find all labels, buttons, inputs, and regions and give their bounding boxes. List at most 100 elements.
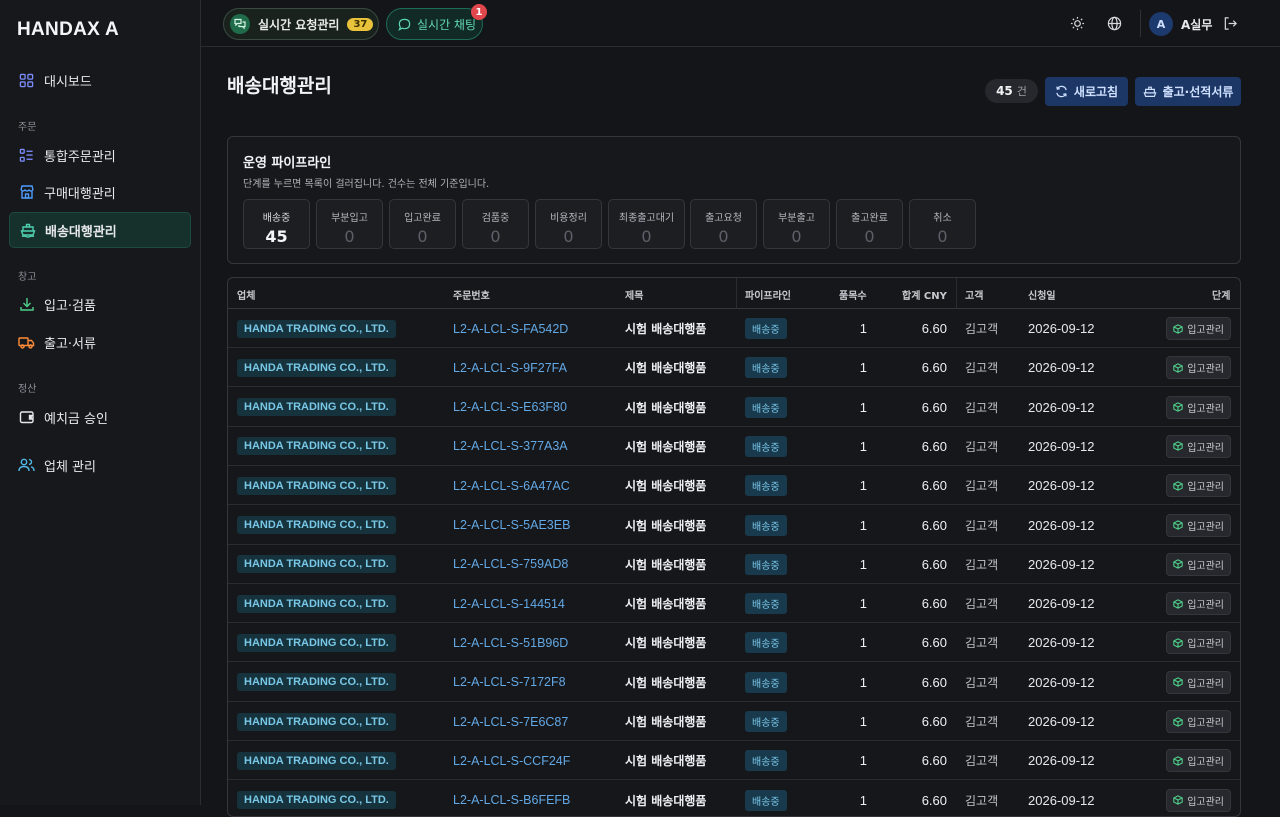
order-number-link[interactable]: L2-A-LCL-S-759AD8 [453,557,568,571]
table-row[interactable]: HANDA TRADING CO., LTD. L2-A-LCL-S-759AD8… [228,545,1240,584]
vendor-chip[interactable]: HANDA TRADING CO., LTD. [237,673,396,692]
cell-pipeline: 배송중 [745,466,787,505]
cell-vendor: HANDA TRADING CO., LTD. [237,741,396,780]
table-row[interactable]: HANDA TRADING CO., LTD. L2-A-LCL-S-51B96D… [228,623,1240,663]
cell-pipeline: 배송중 [745,309,787,348]
inbound-manage-button[interactable]: 입고관리 [1166,356,1231,380]
stage-card-outbound-complete[interactable]: 출고완료 0 [836,199,903,249]
column-header-order-no[interactable]: 주문번호 [453,287,490,302]
column-header-vendor[interactable]: 업체 [237,287,255,302]
realtime-chat-button[interactable]: 실시간 채팅 [386,8,483,40]
inbound-manage-button[interactable]: 입고관리 [1166,513,1231,537]
box-icon [1173,402,1183,412]
table-row[interactable]: HANDA TRADING CO., LTD. L2-A-LCL-S-5AE3EB… [228,506,1240,545]
table-row[interactable]: HANDA TRADING CO., LTD. L2-A-LCL-S-6A47AC… [228,466,1240,506]
inbound-manage-button[interactable]: 입고관리 [1166,631,1231,655]
stage-card-outbound-request[interactable]: 출고요청 0 [690,199,757,249]
stage-card-shipping[interactable]: 배송중 45 [243,199,310,249]
avatar[interactable]: A [1149,12,1173,36]
table-row[interactable]: HANDA TRADING CO., LTD. L2-A-LCL-S-CCF24F… [228,741,1240,781]
order-number-link[interactable]: L2-A-LCL-S-E63F80 [453,400,567,414]
order-number-link[interactable]: L2-A-LCL-S-5AE3EB [453,518,570,532]
product-name: 시험 배송대행품 [625,715,707,729]
theme-toggle-icon[interactable] [1069,15,1086,32]
stage-card-inspecting[interactable]: 검품중 0 [462,199,529,249]
order-number-link[interactable]: L2-A-LCL-S-377A3A [453,439,568,453]
stage-card-cancelled[interactable]: 취소 0 [909,199,976,249]
inbound-manage-button[interactable]: 입고관리 [1166,474,1231,498]
column-header-date[interactable]: 신청일 [1028,287,1056,302]
inbound-manage-button[interactable]: 입고관리 [1166,749,1231,773]
total-cny: 6.60 [921,478,947,494]
vendor-chip[interactable]: HANDA TRADING CO., LTD. [237,398,396,417]
order-number-link[interactable]: L2-A-LCL-S-7172F8 [453,675,566,689]
vendor-chip[interactable]: HANDA TRADING CO., LTD. [237,751,396,770]
order-number-link[interactable]: L2-A-LCL-S-CCF24F [453,754,570,768]
nav-deposit-approval[interactable]: 예치금 승인 [9,399,191,435]
table-row[interactable]: HANDA TRADING CO., LTD. L2-A-LCL-S-FA542D… [228,309,1240,348]
app-logo[interactable]: HANDAX A [17,19,119,41]
logout-icon[interactable] [1222,15,1239,32]
vendor-chip[interactable]: HANDA TRADING CO., LTD. [237,712,396,731]
inbound-manage-button[interactable]: 입고관리 [1166,710,1231,733]
inbound-manage-button[interactable]: 입고관리 [1166,670,1231,694]
outbound-docs-button[interactable]: 출고·선적서류 [1135,77,1241,106]
cell-customer: 김고객 [965,427,998,466]
table-row[interactable]: HANDA TRADING CO., LTD. L2-A-LCL-S-7172F8… [228,663,1240,702]
vendor-chip[interactable]: HANDA TRADING CO., LTD. [237,633,396,652]
table-row[interactable]: HANDA TRADING CO., LTD. L2-A-LCL-S-144514… [228,584,1240,624]
nav-integrated-orders[interactable]: 통합주문관리 [9,137,191,173]
column-header-pipeline[interactable]: 파이프라인 [745,287,791,302]
vendor-chip[interactable]: HANDA TRADING CO., LTD. [237,555,396,574]
stage-card-inbound-complete[interactable]: 입고완료 0 [389,199,456,249]
globe-icon[interactable] [1106,15,1123,32]
nav-dashboard[interactable]: 대시보드 [9,62,191,98]
vendor-chip[interactable]: HANDA TRADING CO., LTD. [237,516,396,534]
item-count: 1 [859,478,867,494]
vendor-chip[interactable]: HANDA TRADING CO., LTD. [237,594,396,613]
column-header-product[interactable]: 제목 [625,287,643,302]
column-header-items[interactable]: 품목수 [839,287,867,302]
table-row[interactable]: HANDA TRADING CO., LTD. L2-A-LCL-S-E63F80… [228,388,1240,427]
table-row[interactable]: HANDA TRADING CO., LTD. L2-A-LCL-S-7E6C87… [228,702,1240,741]
order-number-link[interactable]: L2-A-LCL-S-7E6C87 [453,715,568,729]
stage-card-final-outbound-wait[interactable]: 최종출고대기 0 [608,199,685,249]
stage-card-partial-inbound[interactable]: 부분입고 0 [316,199,383,249]
refresh-button[interactable]: 새로고침 [1045,77,1128,106]
table-row[interactable]: HANDA TRADING CO., LTD. L2-A-LCL-S-377A3A… [228,427,1240,466]
vendor-chip[interactable]: HANDA TRADING CO., LTD. [237,791,396,810]
cell-date: 2026-09-12 [1028,702,1095,741]
column-header-customer[interactable]: 고객 [965,287,983,302]
nav-outbound-docs[interactable]: 출고·서류 [9,324,191,360]
order-number-link[interactable]: L2-A-LCL-S-FA542D [453,322,568,336]
stage-card-partial-outbound[interactable]: 부분출고 0 [763,199,830,249]
nav-inbound-inspection[interactable]: 입고·검품 [9,286,191,322]
column-header-total[interactable]: 합계 CNY [902,287,947,302]
order-number-link[interactable]: L2-A-LCL-S-144514 [453,597,565,611]
stage-count: 0 [718,227,729,246]
inbound-manage-button[interactable]: 입고관리 [1166,434,1231,458]
user-name[interactable]: A실무 [1181,16,1212,33]
vendor-chip[interactable]: HANDA TRADING CO., LTD. [237,476,396,495]
inbound-manage-button[interactable]: 입고관리 [1166,592,1231,616]
customer-name: 김고객 [965,479,999,494]
order-number-link[interactable]: L2-A-LCL-S-9F27FA [453,361,567,375]
order-number-link[interactable]: L2-A-LCL-S-6A47AC [453,479,570,493]
realtime-requests-button[interactable]: 실시간 요청관리 37 [223,8,379,40]
order-number-link[interactable]: L2-A-LCL-S-51B96D [453,636,568,650]
inbound-manage-button[interactable]: 입고관리 [1166,317,1231,340]
inbound-manage-button[interactable]: 입고관리 [1166,395,1231,419]
nav-purchase-agency[interactable]: 구매대행관리 [9,174,191,210]
vendor-chip[interactable]: HANDA TRADING CO., LTD. [237,358,396,377]
vendor-chip[interactable]: HANDA TRADING CO., LTD. [237,437,396,456]
vendor-chip[interactable]: HANDA TRADING CO., LTD. [237,319,396,338]
stage-card-cost-settlement[interactable]: 비용정리 0 [535,199,602,249]
nav-shipping-agency[interactable]: 배송대행관리 [9,212,191,248]
total-cny: 6.60 [921,596,947,612]
column-header-stage[interactable]: 단계 [1212,287,1230,302]
table-row[interactable]: HANDA TRADING CO., LTD. L2-A-LCL-S-B6FEFB… [228,781,1240,816]
inbound-manage-button[interactable]: 입고관리 [1166,552,1231,576]
nav-vendor-management[interactable]: 업체 관리 [9,447,191,483]
inbound-manage-button[interactable]: 입고관리 [1166,788,1231,812]
table-row[interactable]: HANDA TRADING CO., LTD. L2-A-LCL-S-9F27FA… [228,348,1240,388]
